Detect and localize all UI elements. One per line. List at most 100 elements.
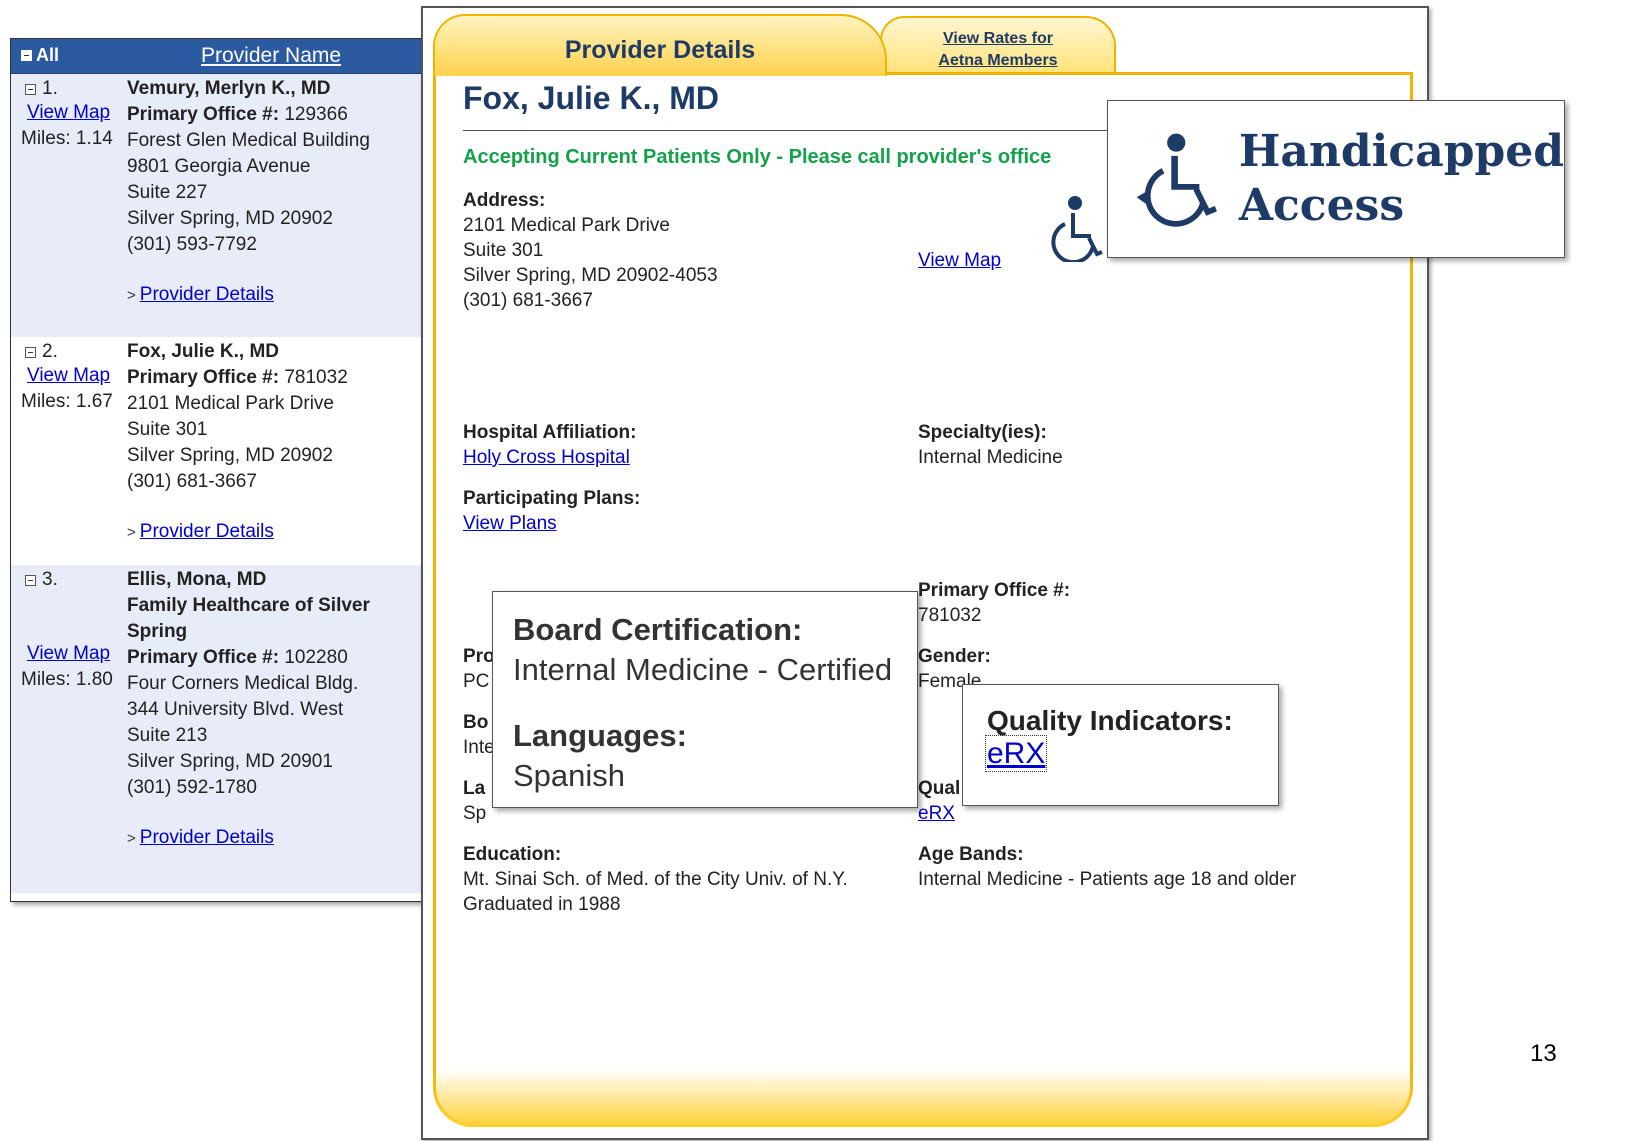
minus-box-icon bbox=[25, 83, 36, 95]
provider-name: Ellis, Mona, MD bbox=[127, 569, 267, 590]
primary-office-label: Primary Office #: bbox=[918, 580, 1071, 601]
item-toggle[interactable]: 3. bbox=[25, 569, 58, 591]
minus-box-icon bbox=[25, 346, 36, 358]
age-bands-label: Age Bands: bbox=[918, 844, 1024, 865]
primary-office-number: 781032 bbox=[284, 367, 348, 388]
item-number: 3. bbox=[42, 569, 58, 590]
address-line: Silver Spring, MD 20902 bbox=[127, 208, 333, 229]
item-number: 2. bbox=[42, 341, 58, 362]
view-rates-line1[interactable]: View Rates for bbox=[943, 30, 1053, 47]
all-label: All bbox=[36, 45, 60, 65]
languages-value: Sp bbox=[463, 803, 487, 824]
practice-name: Family Healthcare of Silver Spring bbox=[127, 595, 370, 642]
quality-indicators-callout: Quality Indicators: eRX bbox=[962, 684, 1279, 806]
languages-label: La bbox=[463, 778, 486, 799]
address-line: Silver Spring, MD 20902-4053 bbox=[463, 265, 718, 286]
education-line: Graduated in 1988 bbox=[463, 894, 621, 915]
provider-name: Vemury, Merlyn K., MD bbox=[127, 78, 331, 99]
address-line: Forest Glen Medical Building bbox=[127, 130, 370, 151]
item-number: 1. bbox=[42, 78, 58, 99]
board-certification-field: Bo Inte bbox=[463, 710, 495, 760]
phone: (301) 592-1780 bbox=[127, 777, 257, 798]
participating-plans: Participating Plans: View Plans bbox=[463, 486, 640, 536]
program-value: PC bbox=[463, 671, 490, 692]
list-item: 1. View Map Miles: 1.14 Vemury, Merlyn K… bbox=[11, 74, 439, 337]
view-plans-link[interactable]: View Plans bbox=[463, 513, 557, 534]
plans-label: Participating Plans: bbox=[463, 488, 641, 509]
callout-erx-link[interactable]: eRX bbox=[984, 735, 1048, 772]
hospital-link[interactable]: Holy Cross Hospital bbox=[463, 447, 630, 468]
gender-label: Gender: bbox=[918, 646, 991, 667]
tab-view-rates[interactable]: View Rates for Aetna Members bbox=[880, 16, 1116, 74]
item-toggle[interactable]: 2. bbox=[25, 341, 58, 363]
wheelchair-icon bbox=[1051, 196, 1103, 262]
list-item: 3. View Map Miles: 1.80 Ellis, Mona, MD … bbox=[11, 565, 439, 893]
item-toggle[interactable]: 1. bbox=[25, 78, 58, 100]
education-field: Education: Mt. Sinai Sch. of Med. of the… bbox=[463, 842, 848, 917]
handicapped-access-callout: Handicapped Access bbox=[1107, 100, 1565, 258]
list-header: All Provider Name bbox=[11, 39, 439, 74]
miles: Miles: 1.80 bbox=[21, 669, 113, 690]
view-map-link[interactable]: View Map bbox=[27, 102, 110, 124]
phone: (301) 681-3667 bbox=[463, 290, 593, 311]
view-rates-line2[interactable]: Aetna Members bbox=[938, 52, 1057, 69]
address-block: Address: 2101 Medical Park Drive Suite 3… bbox=[463, 188, 718, 313]
collapse-all-toggle[interactable]: All bbox=[21, 45, 59, 66]
board-label: Bo bbox=[463, 712, 489, 733]
provider-details-link[interactable]: Provider Details bbox=[140, 521, 274, 542]
chevron-right-icon: > bbox=[127, 524, 136, 541]
address-line: Suite 213 bbox=[127, 725, 208, 746]
address-line: 344 University Blvd. West bbox=[127, 699, 344, 720]
primary-office-number: 781032 bbox=[918, 605, 982, 626]
provider-list-panel: All Provider Name 1. View Map Miles: 1.1… bbox=[10, 38, 440, 902]
address-line: 9801 Georgia Avenue bbox=[127, 156, 311, 177]
address-line: Suite 301 bbox=[127, 419, 208, 440]
view-map-link[interactable]: View Map bbox=[27, 643, 110, 665]
primary-office-number: 129366 bbox=[284, 104, 348, 125]
address-line: 2101 Medical Park Drive bbox=[463, 215, 670, 236]
callout-languages-value: Spanish bbox=[513, 758, 626, 793]
address-label: Address: bbox=[463, 190, 546, 211]
handicap-line1: Handicapped bbox=[1238, 126, 1564, 177]
primary-office-label: Primary Office #: bbox=[127, 647, 280, 668]
primary-office-label: Primary Office #: bbox=[127, 104, 280, 125]
callout-languages-label: Languages: bbox=[513, 718, 687, 753]
accepting-status: Accepting Current Patients Only - Please… bbox=[463, 146, 1052, 168]
age-bands-field: Age Bands: Internal Medicine - Patients … bbox=[918, 842, 1296, 892]
address-line: Suite 301 bbox=[463, 240, 544, 261]
hospital-label: Hospital Affiliation: bbox=[463, 422, 637, 443]
primary-office: Primary Office #: 781032 bbox=[918, 578, 1070, 628]
page-title: Fox, Julie K., MD bbox=[463, 80, 720, 116]
callout-board-label: Board Certification: bbox=[513, 612, 803, 647]
provider-details-link[interactable]: Provider Details bbox=[140, 827, 274, 848]
miles: Miles: 1.67 bbox=[21, 391, 113, 412]
chevron-right-icon: > bbox=[127, 287, 136, 304]
view-map-link[interactable]: View Map bbox=[918, 250, 1001, 272]
quality-label: Qual bbox=[918, 778, 961, 799]
erx-link[interactable]: eRX bbox=[918, 803, 955, 824]
education-line: Mt. Sinai Sch. of Med. of the City Univ.… bbox=[463, 869, 848, 890]
chevron-right-icon: > bbox=[127, 830, 136, 847]
address-line: Suite 227 bbox=[127, 182, 208, 203]
minus-box-icon bbox=[25, 574, 36, 586]
primary-office-label: Primary Office #: bbox=[127, 367, 280, 388]
education-label: Education: bbox=[463, 844, 562, 865]
sort-provider-name-link[interactable]: Provider Name bbox=[201, 44, 341, 68]
specialty-value: Internal Medicine bbox=[918, 447, 1063, 468]
primary-office-number: 102280 bbox=[284, 647, 348, 668]
handicapped-access-text: Handicapped Access bbox=[1239, 125, 1564, 233]
hospital-affiliation: Hospital Affiliation: Holy Cross Hospita… bbox=[463, 420, 636, 470]
languages-field: La Sp bbox=[463, 776, 486, 826]
slide-page-number: 13 bbox=[1530, 1040, 1557, 1067]
view-map-link[interactable]: View Map bbox=[27, 365, 110, 387]
tab-provider-details-label: Provider Details bbox=[564, 36, 756, 64]
program-field: Pro PC bbox=[463, 644, 495, 694]
wheelchair-icon bbox=[1136, 133, 1217, 227]
provider-details-link[interactable]: Provider Details bbox=[140, 284, 274, 305]
list-item: 2. View Map Miles: 1.67 Fox, Julie K., M… bbox=[11, 337, 439, 565]
provider-name: Fox, Julie K., MD bbox=[127, 341, 280, 362]
specialty-label: Specialty(ies): bbox=[918, 422, 1047, 443]
board-value: Inte bbox=[463, 737, 495, 758]
address-line: Silver Spring, MD 20902 bbox=[127, 445, 333, 466]
tab-provider-details[interactable]: Provider Details bbox=[433, 14, 887, 76]
